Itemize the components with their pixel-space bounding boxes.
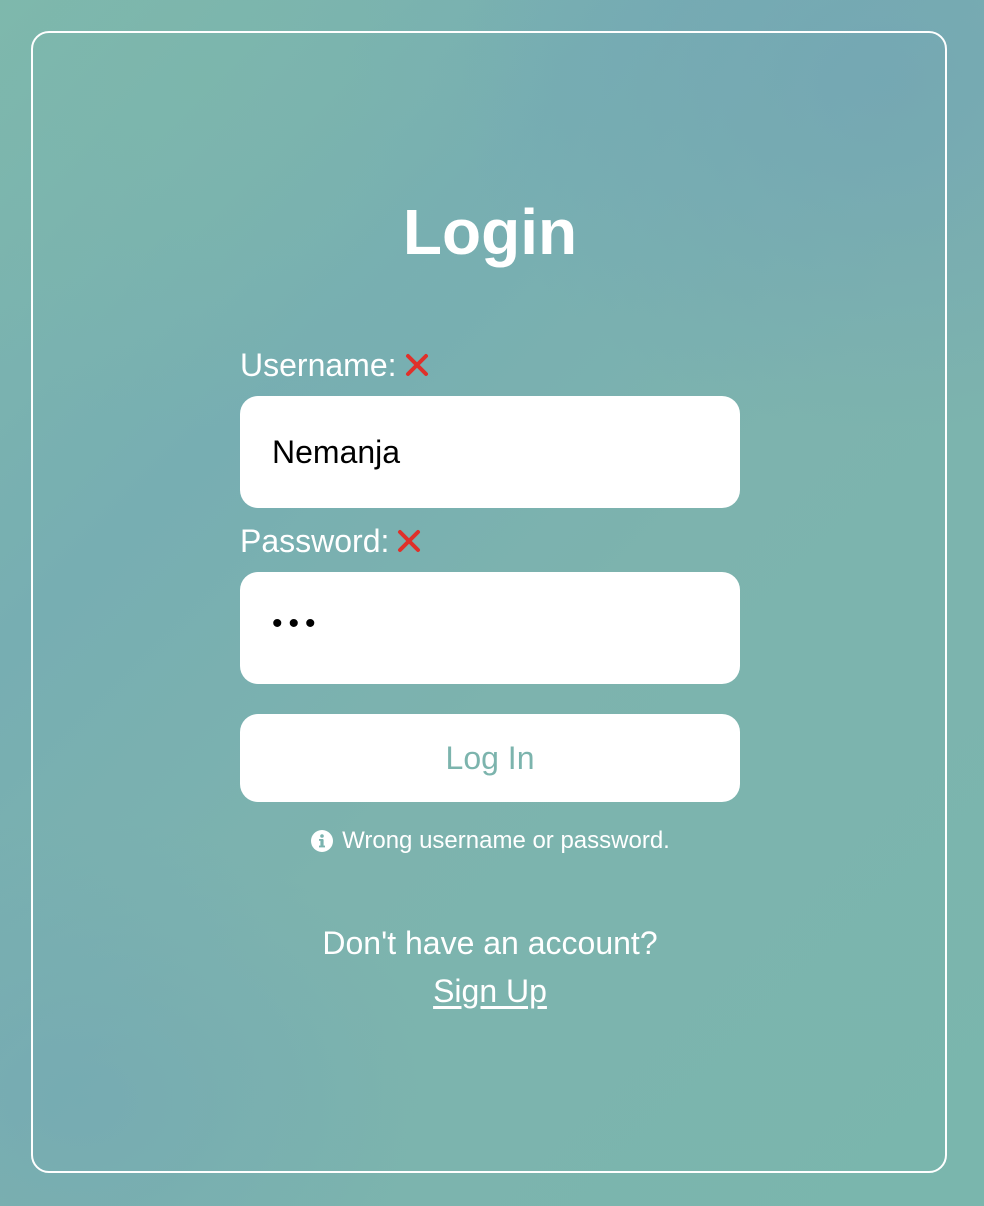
error-message: Wrong username or password.: [0, 826, 980, 856]
password-label-text: Password:: [240, 523, 390, 559]
password-label: Password:: [240, 523, 421, 559]
login-button[interactable]: Log In: [240, 714, 740, 802]
username-label-text: Username:: [240, 347, 397, 383]
username-value: Nemanja: [272, 433, 401, 470]
info-circle-icon: [310, 829, 334, 853]
login-button-label: Log In: [445, 739, 535, 776]
username-label: Username:: [240, 347, 429, 383]
no-account-text: Don't have an account?: [322, 925, 658, 961]
error-message-text: Wrong username or password.: [342, 827, 670, 854]
signup-row: Sign Up: [0, 972, 980, 1010]
signup-link[interactable]: Sign Up: [433, 973, 547, 1009]
x-mark-icon: [405, 353, 429, 377]
page-title: Login: [402, 196, 578, 268]
password-input[interactable]: •••: [240, 572, 740, 684]
password-value: •••: [272, 607, 322, 640]
username-input[interactable]: Nemanja: [240, 396, 740, 508]
x-mark-icon: [397, 529, 421, 553]
